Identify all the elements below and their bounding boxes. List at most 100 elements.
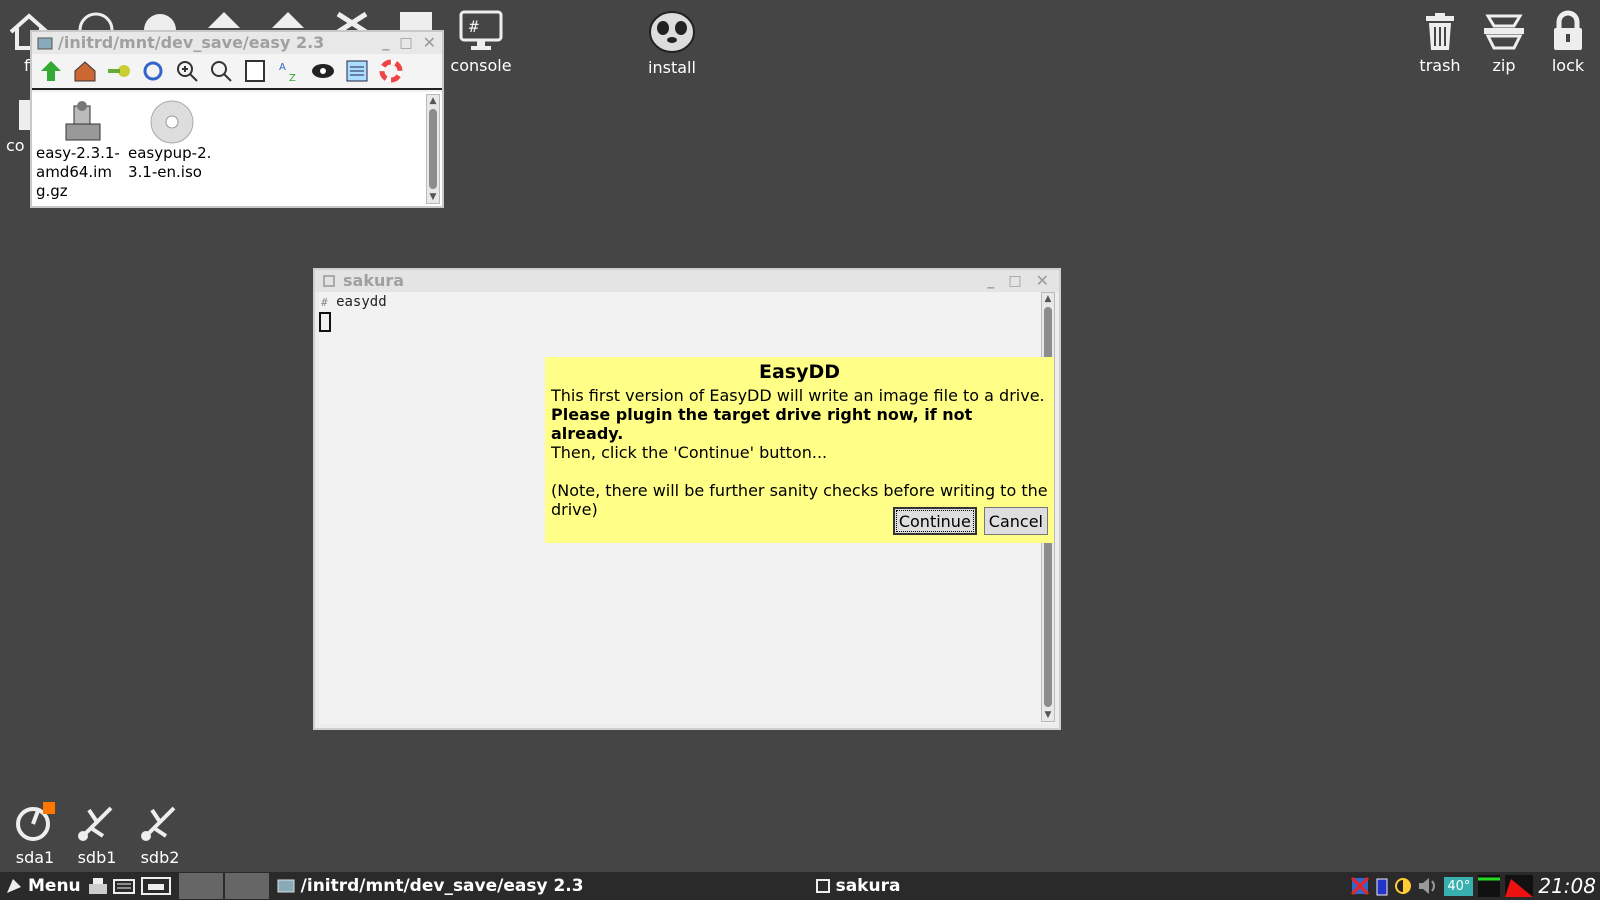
cd-icon [150, 100, 194, 144]
printer-icon[interactable] [87, 876, 109, 896]
minimize-icon[interactable]: _ [382, 32, 389, 54]
cancel-button[interactable]: Cancel [983, 507, 1048, 535]
goto-button[interactable] [106, 58, 132, 84]
home-button[interactable] [72, 58, 98, 84]
zoom-fit-button[interactable] [208, 58, 234, 84]
easydd-dialog[interactable]: EasyDD This first version of EasyDD will… [545, 357, 1054, 543]
sort-button[interactable]: AZ [276, 58, 302, 84]
drive-icon-sdb1[interactable]: sdb1 [62, 800, 132, 867]
up-button[interactable] [38, 58, 64, 84]
menu-button[interactable]: Menu [0, 876, 81, 896]
zip-icon [1484, 14, 1524, 50]
task-label: sakura [835, 876, 901, 896]
terminal-line: # easydd [319, 292, 1055, 310]
puppy-icon [649, 11, 695, 53]
trash-icon [1426, 13, 1454, 50]
desktop-icon-lock[interactable]: lock [1533, 10, 1600, 75]
scrollbar-thumb[interactable] [429, 109, 437, 189]
taskbar: Menu /initrd/mnt/dev_save/easy 2.3 sakur… [0, 872, 1600, 900]
scroll-up-icon[interactable]: ▲ [1042, 293, 1054, 305]
zoom-in-button[interactable] [174, 58, 200, 84]
help-button[interactable] [378, 58, 404, 84]
keyboard-icon[interactable] [112, 876, 135, 896]
scroll-up-icon[interactable]: ▲ [427, 95, 439, 107]
scroll-down-icon[interactable]: ▼ [427, 191, 439, 203]
svg-text:#: # [469, 17, 479, 36]
maximize-icon[interactable]: □ [399, 32, 412, 54]
usb-icon [78, 806, 113, 841]
desktop-icon-install[interactable]: install [637, 6, 707, 77]
dialog-title: EasyDD [758, 361, 841, 383]
task-file-manager[interactable]: /initrd/mnt/dev_save/easy 2.3 [277, 876, 584, 896]
file-item-iso[interactable]: easypup-2.3.1-en.iso [128, 98, 220, 182]
terminal-titlebar[interactable]: sakura _ □ ✕ [315, 270, 1059, 292]
usb-icon [141, 806, 176, 841]
lock-icon [1554, 10, 1582, 50]
arrow-up-icon [41, 61, 61, 81]
system-tray: 40° 21:08 [1350, 872, 1600, 900]
dialog-spacer [551, 462, 1048, 481]
file-list[interactable]: easy-2.3.1-amd64.img.gz easypup-2.3.1-en… [32, 92, 442, 206]
window-icon [815, 879, 830, 893]
prompt: # [321, 296, 328, 309]
file-manager-window[interactable]: /initrd/mnt/dev_save/easy 2.3 _ □ ✕ AZ e… [30, 30, 444, 208]
list-view-icon [346, 60, 368, 82]
battery-icon[interactable] [1375, 876, 1389, 896]
terminal-cursor [319, 312, 331, 332]
file-item-img[interactable]: easy-2.3.1-amd64.img.gz [36, 98, 128, 201]
show-desktop-icon[interactable] [139, 875, 173, 897]
scroll-down-icon[interactable]: ▼ [1042, 709, 1054, 721]
refresh-icon [143, 61, 163, 81]
dialog-line-2: Please plugin the target drive right now… [551, 405, 973, 443]
cpu-monitor-icon [1478, 875, 1501, 897]
desktop-icon-console[interactable]: # console [446, 10, 516, 75]
workspace-2[interactable] [224, 873, 269, 899]
clock[interactable]: 21:08 [1538, 874, 1596, 898]
workspace-1[interactable] [178, 873, 223, 899]
desktop-icon-console-label: console [450, 56, 512, 75]
close-icon[interactable]: ✕ [1036, 270, 1049, 292]
folder-window-icon [37, 37, 53, 50]
file-name: easypup-2.3.1-en.iso [128, 144, 212, 181]
eye-icon [312, 64, 334, 78]
disk-image-icon [65, 101, 101, 141]
show-hidden-button[interactable] [310, 58, 336, 84]
refresh-button[interactable] [140, 58, 166, 84]
maximize-icon[interactable]: □ [1008, 270, 1021, 292]
close-icon[interactable]: ✕ [423, 32, 436, 54]
network-off-icon[interactable] [1350, 876, 1370, 896]
home-icon [74, 61, 96, 82]
drive-icon [16, 802, 55, 841]
svg-text:A: A [279, 62, 286, 73]
file-manager-titlebar[interactable]: /initrd/mnt/dev_save/easy 2.3 _ □ ✕ [32, 32, 442, 54]
view-icon [245, 60, 265, 82]
desktop-icon-lock-label: lock [1551, 56, 1585, 75]
details-button[interactable] [344, 58, 370, 84]
brightness-icon[interactable] [1394, 876, 1412, 896]
cpu-temperature: 40° [1444, 876, 1474, 896]
zoom-fit-icon [211, 61, 232, 82]
puppy-menu-icon [7, 879, 21, 893]
desktop-icon-trash[interactable]: trash [1405, 12, 1475, 75]
minimize-icon[interactable]: _ [987, 270, 994, 292]
sort-az-icon: AZ [279, 62, 296, 83]
drive-icon-sdb2[interactable]: sdb2 [125, 800, 195, 867]
svg-text:Z: Z [289, 73, 296, 83]
continue-button[interactable]: Continue [892, 507, 977, 535]
monitor-hash-icon: # [459, 10, 503, 50]
terminal-command: easydd [336, 294, 387, 310]
folder-window-icon [277, 879, 295, 893]
lifebuoy-icon [379, 59, 403, 83]
drive-icon-sda1[interactable]: sda1 [0, 800, 70, 867]
desktop-icon-trash-label: trash [1419, 56, 1461, 75]
file-manager-title: /initrd/mnt/dev_save/easy 2.3 [58, 33, 325, 52]
terminal-title: sakura [343, 271, 405, 290]
view-button[interactable] [242, 58, 268, 84]
window-icon [323, 275, 335, 287]
volume-icon[interactable] [1417, 876, 1439, 896]
file-list-scrollbar[interactable]: ▲ ▼ [426, 94, 440, 204]
desktop-icon-zip[interactable]: zip [1469, 12, 1539, 75]
desktop-icon-zip-label: zip [1492, 56, 1516, 75]
zoom-in-icon [177, 61, 198, 82]
task-sakura[interactable]: sakura [815, 876, 901, 896]
